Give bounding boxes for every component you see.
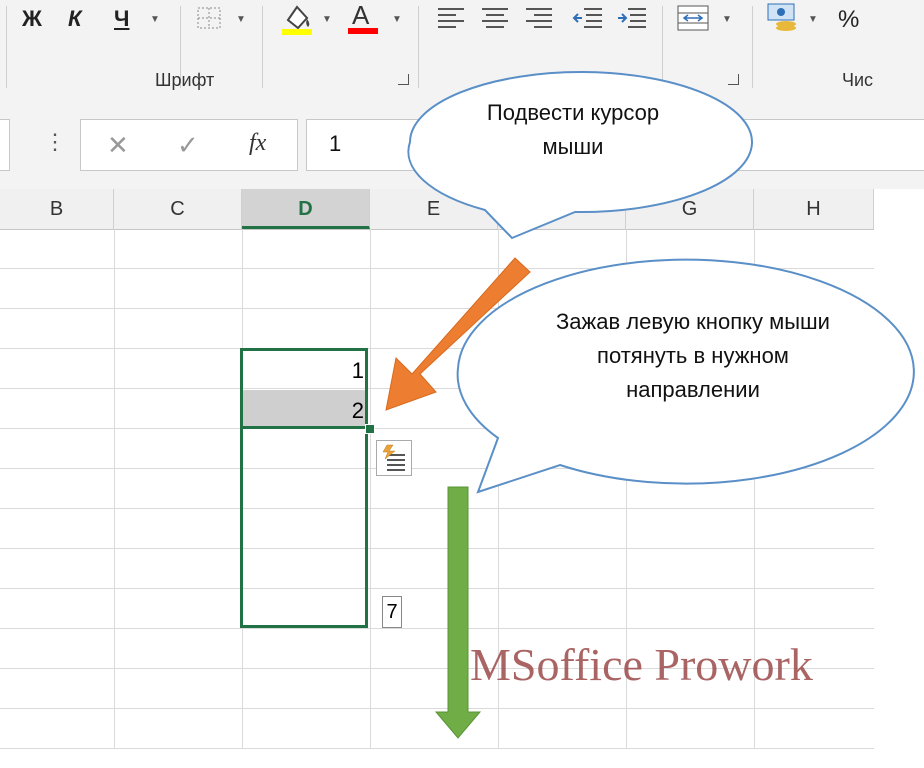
green-drag-direction-arrow: [434, 486, 482, 739]
right-callout-text: Зажав левую кнопку мыши потянуть в нужно…: [556, 309, 830, 402]
top-callout-text: Подвести курсор мыши: [486, 100, 660, 159]
watermark: MSoffice Prowork: [470, 639, 813, 690]
